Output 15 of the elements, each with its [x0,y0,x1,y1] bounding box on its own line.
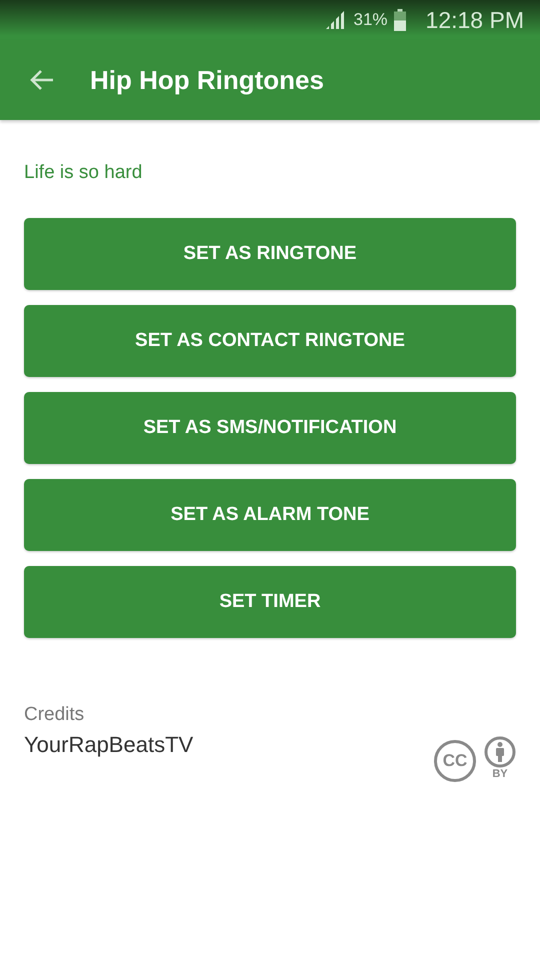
cc-license-icon: CC [434,740,476,782]
screen-title: Hip Hop Ringtones [90,64,324,96]
action-button[interactable]: SET TIMER [24,566,516,638]
signal-icon [324,10,344,30]
back-arrow-icon [29,68,55,92]
action-button[interactable]: SET AS ALARM TONE [24,479,516,551]
credits-label: Credits [24,704,86,726]
action-button[interactable]: SET AS RINGTONE [24,218,516,290]
author-name: YourRapBeatsTV [24,732,194,758]
action-button[interactable]: SET AS CONTACT RINGTONE [24,305,516,377]
song-title: Life is so hard [24,162,144,184]
battery-icon [394,9,406,31]
action-button[interactable]: SET AS SMS/NOTIFICATION [24,392,516,464]
clock-time: 12:18 PM [426,6,524,34]
battery-percent: 31% [354,10,388,30]
